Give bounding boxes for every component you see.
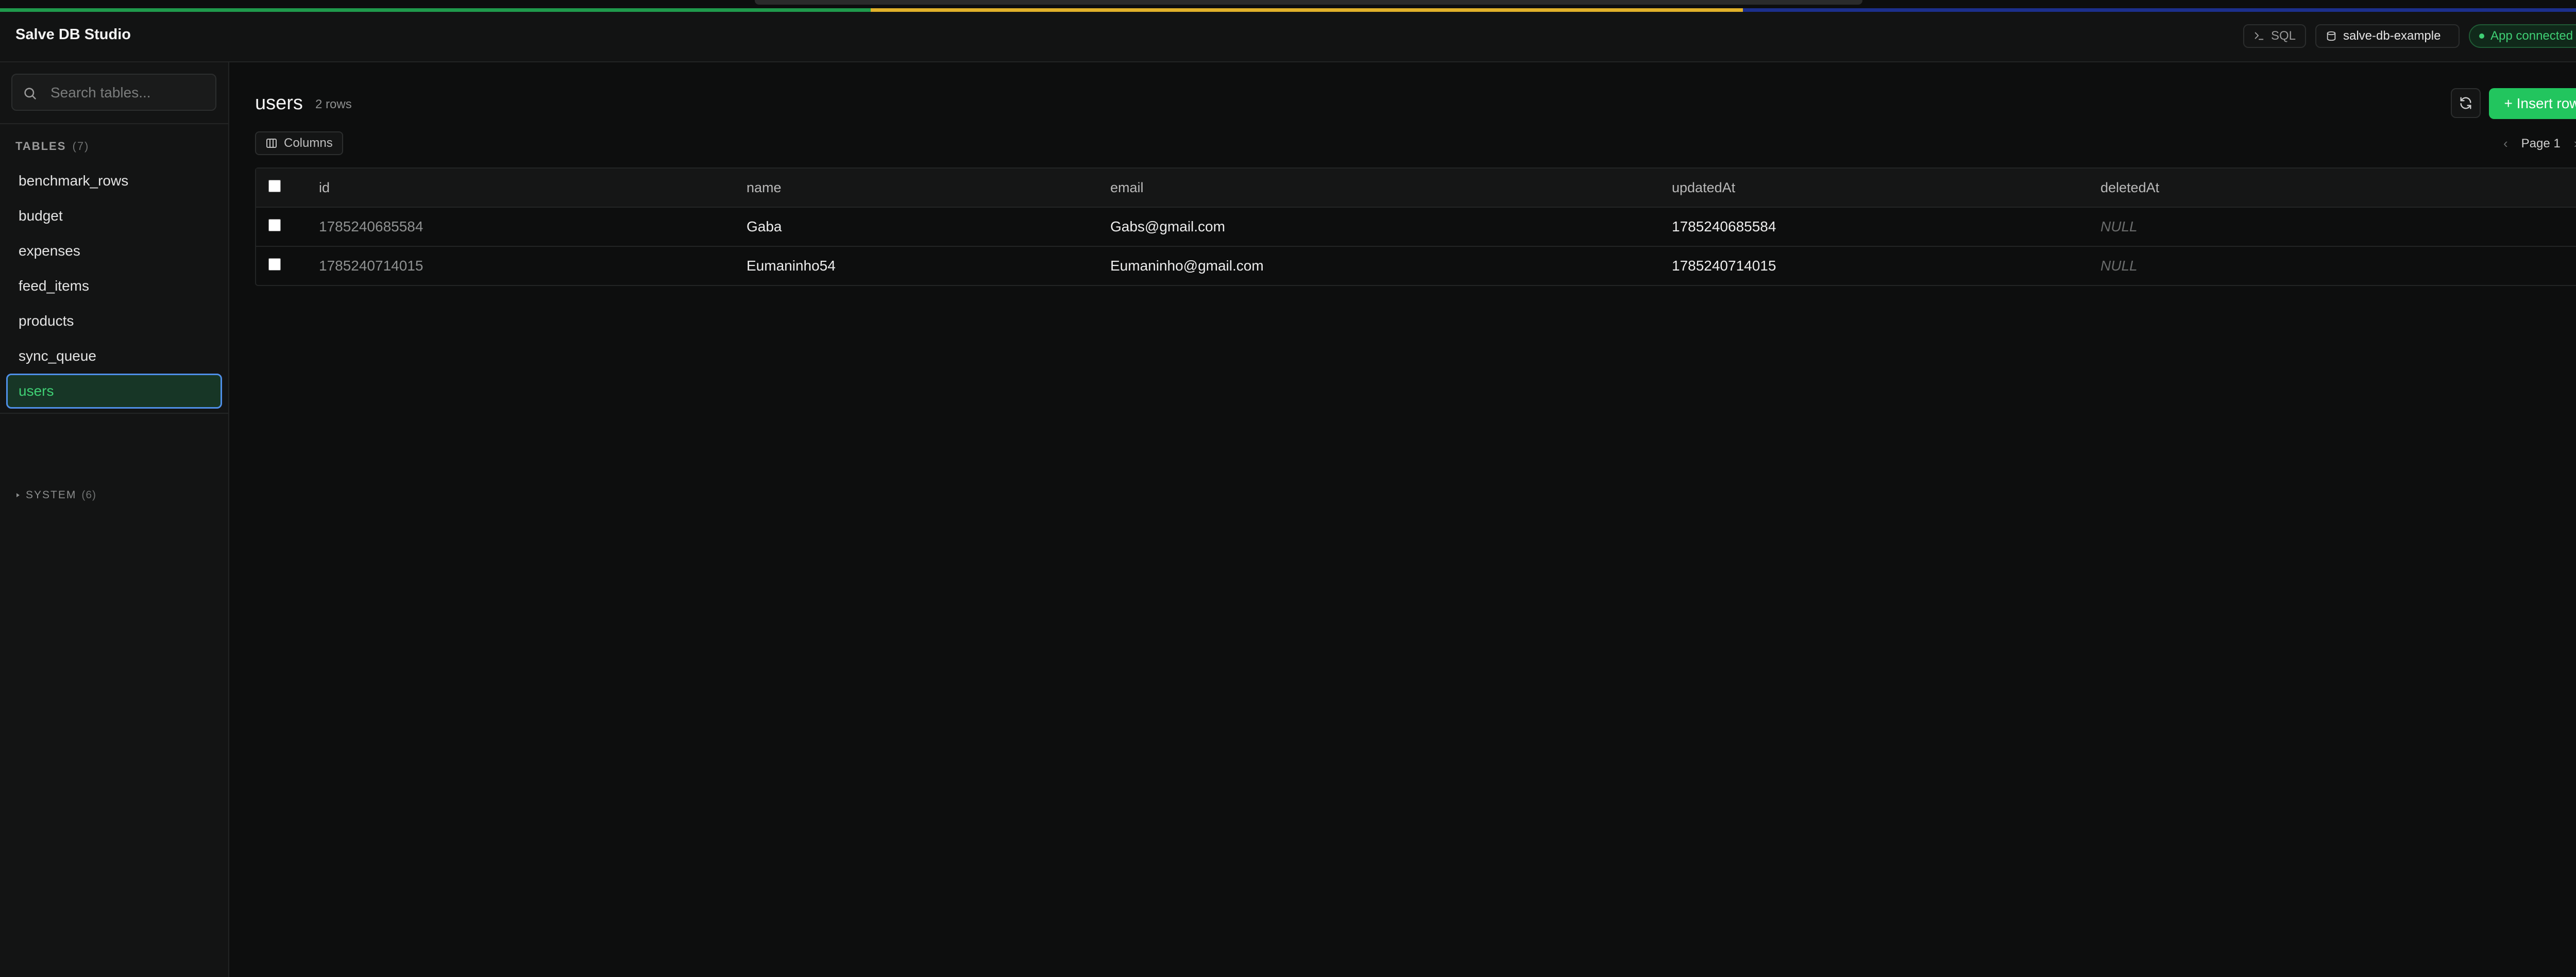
system-label: SYSTEM (26, 489, 77, 501)
cell-updatedat[interactable]: 1785240714015 (1672, 247, 2100, 285)
table-row[interactable]: 1785240685584 Gaba Gabs@gmail.com 178524… (256, 208, 2576, 247)
columns-button-label: Columns (284, 136, 333, 150)
column-header-id[interactable]: id (319, 169, 747, 208)
cell-name[interactable]: Eumaninho54 (747, 247, 1110, 285)
cell-updatedat[interactable]: 1785240685584 (1672, 208, 2100, 247)
row-checkbox[interactable] (268, 258, 281, 271)
refresh-icon (2460, 97, 2471, 109)
page-title: users (255, 92, 303, 114)
table-header-row: id name email updatedAt deletedAt (256, 169, 2576, 208)
connection-status-badge: App connected (2469, 24, 2576, 48)
row-select-cell (256, 208, 319, 247)
pagination: ‹ Page 1 › (2503, 136, 2576, 151)
search-icon (24, 88, 36, 99)
chevron-left-icon[interactable]: ‹ (2503, 136, 2508, 151)
tables-count: (7) (72, 140, 90, 153)
data-table: id name email updatedAt deletedAt 178524… (255, 167, 2576, 286)
cell-email[interactable]: Eumaninho@gmail.com (1110, 247, 1672, 285)
sidebar: TABLES (7) benchmark_rows budget expense… (0, 62, 229, 977)
system-section-toggle[interactable]: SYSTEM (6) (15, 489, 96, 501)
columns-icon (266, 139, 277, 148)
accent-segment-yellow (871, 8, 1743, 12)
accent-segment-blue (1743, 8, 2576, 12)
chevron-right-icon[interactable]: › (2574, 136, 2576, 151)
status-dot-icon (2479, 33, 2484, 39)
main-panel: users 2 rows + Insert row Columns ‹ Page… (229, 62, 2576, 977)
table-row[interactable]: 1785240714015 Eumaninho54 Eumaninho@gmai… (256, 247, 2576, 285)
select-all-checkbox[interactable] (268, 179, 281, 192)
page-indicator: Page 1 (2521, 136, 2561, 150)
select-all-cell (256, 169, 319, 208)
tables-label: TABLES (15, 140, 66, 153)
window-notch (755, 0, 1862, 5)
chevron-right-icon (16, 493, 20, 497)
sql-button[interactable]: SQL (2243, 24, 2306, 48)
table-search (11, 74, 216, 111)
column-header-email[interactable]: email (1110, 169, 1672, 208)
top-bar: Salve DB Studio SQL salve-db-example App… (0, 12, 2576, 62)
row-checkbox[interactable] (268, 219, 281, 231)
sidebar-item-feed-items[interactable]: feed_items (6, 268, 222, 304)
cell-name[interactable]: Gaba (747, 208, 1110, 247)
terminal-icon (2255, 32, 2264, 40)
sidebar-item-expenses[interactable]: expenses (6, 233, 222, 268)
connection-status-label: App connected (2490, 29, 2573, 43)
sidebar-divider (0, 413, 228, 414)
cell-id[interactable]: 1785240685584 (319, 208, 747, 247)
system-count: (6) (81, 489, 97, 501)
app-title: Salve DB Studio (15, 26, 131, 43)
sidebar-item-products[interactable]: products (6, 304, 222, 339)
sidebar-item-benchmark-rows[interactable]: benchmark_rows (6, 163, 222, 198)
refresh-button[interactable] (2451, 88, 2481, 118)
project-button-label: salve-db-example (2343, 29, 2441, 43)
cell-deletedat[interactable]: NULL (2100, 247, 2576, 285)
project-button[interactable]: salve-db-example (2315, 24, 2460, 48)
sql-button-label: SQL (2270, 29, 2296, 43)
sidebar-item-users[interactable]: users (6, 374, 222, 409)
column-header-deletedat[interactable]: deletedAt (2100, 169, 2576, 208)
sidebar-item-sync-queue[interactable]: sync_queue (6, 339, 222, 374)
table-search-input[interactable] (49, 82, 211, 104)
columns-button[interactable]: Columns (255, 131, 343, 155)
cell-id[interactable]: 1785240714015 (319, 247, 747, 285)
row-count: 2 rows (315, 97, 352, 111)
database-icon (2327, 31, 2336, 41)
insert-row-button[interactable]: + Insert row (2489, 88, 2576, 119)
sidebar-item-budget[interactable]: budget (6, 198, 222, 233)
cell-deletedat[interactable]: NULL (2100, 208, 2576, 247)
table-list: benchmark_rows budget expenses feed_item… (0, 163, 228, 409)
column-header-name[interactable]: name (747, 169, 1110, 208)
sidebar-divider (0, 123, 228, 124)
accent-segment-green (0, 8, 871, 12)
cell-email[interactable]: Gabs@gmail.com (1110, 208, 1672, 247)
column-header-updatedat[interactable]: updatedAt (1672, 169, 2100, 208)
tables-section-label: TABLES (7) (15, 140, 89, 153)
row-select-cell (256, 247, 319, 285)
